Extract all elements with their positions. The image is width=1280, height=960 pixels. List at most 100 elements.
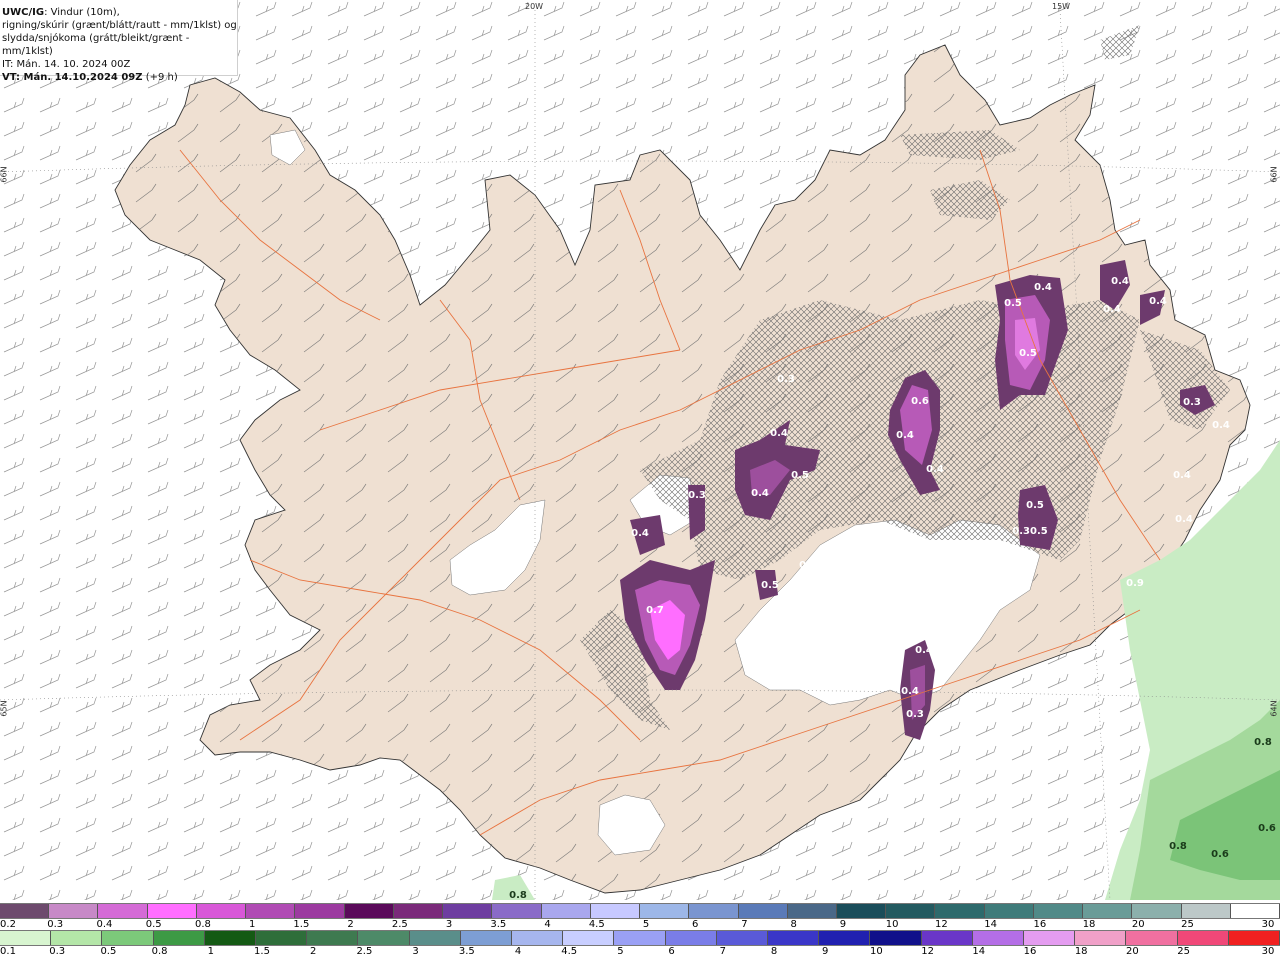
rain-legend-tick-label: 12 bbox=[921, 946, 934, 957]
snow-value-label: 0.4 bbox=[1175, 514, 1193, 525]
snow-legend-swatch bbox=[344, 904, 394, 918]
snow-legend-swatch bbox=[1033, 904, 1084, 918]
rain-legend-ticks: 0.1 0.3 0.5 0.8 1 1.5 2 2.5 3 3.5 4 4.5 5 6 7 8 9 10 12 14 1… bbox=[0, 946, 1280, 958]
snow-value-label: 0.5 bbox=[1026, 500, 1044, 511]
snow-legend-tick-label: 0.8 bbox=[194, 919, 211, 930]
rain-value-label: 0.8 bbox=[1169, 841, 1187, 852]
rain-legend-swatch bbox=[768, 931, 820, 945]
rain-legend-tick-label: 7 bbox=[719, 946, 726, 957]
rain-legend-tick-label: 4.5 bbox=[561, 946, 578, 957]
snow-value-label: 0.30.5 bbox=[1012, 526, 1047, 537]
snow-legend-swatch bbox=[246, 904, 296, 918]
snow-legend-swatch bbox=[640, 904, 690, 918]
rain-legend-swatch bbox=[102, 931, 154, 945]
snow-legend-swatch bbox=[738, 904, 788, 918]
snow-value-label: 0.6 bbox=[911, 396, 929, 407]
rain-legend-tick-label: 3.5 bbox=[458, 946, 475, 957]
lat-label-64n-right: 64N bbox=[1269, 700, 1279, 717]
snow-value-label: 0.3 bbox=[688, 490, 706, 501]
snow-legend-tick-label: 4.5 bbox=[588, 919, 605, 930]
snow-value-label: 0.5 bbox=[1004, 298, 1022, 309]
rain-legend-swatch bbox=[1075, 931, 1127, 945]
snow-value-label: 0.4 bbox=[770, 428, 788, 439]
map-legend-line3: slydda/snjókoma (grátt/bleikt/grænt - mm… bbox=[2, 33, 190, 57]
rain-legend-tick-label: 1 bbox=[207, 946, 214, 957]
snow-legend-tick-label: 10 bbox=[885, 919, 899, 930]
rain-legend-tick-label: 14 bbox=[972, 946, 986, 957]
snow-legend-swatch bbox=[984, 904, 1034, 918]
rain-legend-tick-label: 20 bbox=[1126, 946, 1139, 957]
rain-legend-swatch bbox=[1024, 931, 1076, 945]
rain-legend-swatch bbox=[665, 931, 717, 945]
snow-legend-tick-label: 3.5 bbox=[490, 919, 507, 930]
snow-legend-tick-label: 20 bbox=[1131, 919, 1145, 930]
map-title-bold: UWC/IG bbox=[2, 7, 45, 18]
snow-value-label: 0.4 bbox=[926, 464, 944, 475]
snow-value-label: 0.3 bbox=[777, 374, 795, 385]
rain-legend-tick-label: 10 bbox=[870, 946, 883, 957]
snow-legend-tick-label: 16 bbox=[1033, 919, 1047, 930]
rain-legend-swatch bbox=[614, 931, 666, 945]
snow-legend-tick-label: 18 bbox=[1082, 919, 1096, 930]
snow-value-label: 0.4 bbox=[1212, 420, 1230, 431]
snow-legend-tick-label: 8 bbox=[790, 919, 797, 930]
snow-legend-swatch bbox=[443, 904, 493, 918]
snow-legend-swatch bbox=[295, 904, 345, 918]
rain-legend-swatch bbox=[972, 931, 1025, 945]
snow-legend-swatch bbox=[689, 904, 739, 918]
snow-legend-swatch bbox=[1181, 904, 1231, 918]
rain-value-label: 0.8 bbox=[509, 890, 527, 900]
snow-value-label: 0.5 bbox=[1019, 348, 1037, 359]
snow-legend-swatch bbox=[393, 904, 444, 918]
snow-legend-swatch bbox=[1230, 904, 1280, 918]
snow-legend-swatch bbox=[492, 904, 542, 918]
snow-legend-swatch bbox=[787, 904, 837, 918]
rain-legend-tick-label: 30 bbox=[1261, 946, 1275, 957]
snow-legend-tick-label: 1 bbox=[248, 919, 256, 930]
snow-legend-tick-label: 0.2 bbox=[0, 919, 16, 930]
rain-legend-tick-label: 2.5 bbox=[356, 946, 373, 957]
rain-legend-tick-label: 8 bbox=[770, 946, 778, 957]
rain-legend-swatch bbox=[1126, 931, 1178, 945]
lat-label-65n-left: 65N bbox=[0, 700, 9, 717]
snow-value-label: 0.4 bbox=[751, 488, 769, 499]
snow-legend-tick-label: 9 bbox=[839, 919, 847, 930]
lon-label-20w: 20W bbox=[525, 2, 544, 11]
rain-legend-swatch bbox=[563, 931, 615, 945]
snow-legend-swatch bbox=[98, 904, 148, 918]
snow-value-label: 0.5 bbox=[761, 580, 779, 591]
rain-legend-swatch bbox=[256, 931, 308, 945]
snow-legend-swatch bbox=[1083, 904, 1133, 918]
rain-legend-swatch bbox=[153, 931, 205, 945]
rain-legend-swatch bbox=[460, 931, 513, 945]
map-info-box: UWC/IG: Vindur (10m), rigning/skúrir (gr… bbox=[0, 0, 238, 83]
snow-value-label: 0.4 bbox=[901, 686, 919, 697]
lat-label-66n-right: 66N bbox=[1269, 166, 1279, 183]
rain-legend-swatch bbox=[921, 931, 973, 945]
snow-legend-tick-label: 5 bbox=[642, 919, 650, 930]
snow-value-label: 0.4 bbox=[1103, 304, 1121, 315]
rain-legend-tick-label: 0.3 bbox=[49, 946, 66, 957]
snow-legend-tick-label: 2 bbox=[347, 919, 354, 930]
snow-value-label: 0.4 bbox=[631, 528, 649, 539]
snow-legend-tick-label: 6 bbox=[692, 919, 699, 930]
rain-legend-tick-label: 4 bbox=[514, 946, 522, 957]
valid-time-rest: (+9 h) bbox=[142, 72, 178, 83]
rain-legend-tick-label: 9 bbox=[822, 946, 829, 957]
rain-color-bar bbox=[0, 930, 1280, 946]
snow-legend-swatch bbox=[49, 904, 99, 918]
snow-value-label: 0.4 bbox=[1173, 470, 1191, 481]
snow-color-bar bbox=[0, 903, 1280, 919]
snow-value-label: 0.4 bbox=[915, 645, 933, 656]
rain-legend-swatch bbox=[409, 931, 461, 945]
snow-legend-swatch bbox=[886, 904, 936, 918]
snow-value-label: 0.5 bbox=[791, 470, 809, 481]
rain-legend-swatch bbox=[51, 931, 103, 945]
snow-legend-tick-label: 1.5 bbox=[293, 919, 310, 930]
snow-legend-swatch bbox=[0, 904, 50, 918]
rain-value-label: 0.8 bbox=[1254, 737, 1272, 748]
snow-value-label: 0.3 bbox=[906, 709, 924, 720]
snow-value-label: 0.4 bbox=[1034, 282, 1052, 293]
snow-legend-swatch bbox=[836, 904, 887, 918]
lon-label-15w: 15W bbox=[1052, 2, 1071, 11]
